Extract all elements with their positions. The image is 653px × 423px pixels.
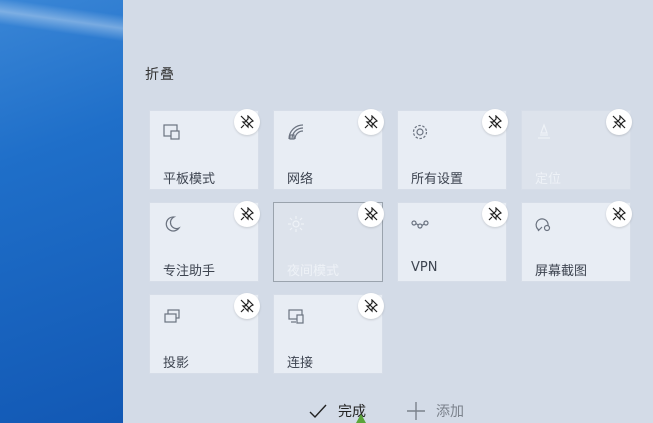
desktop-background bbox=[0, 0, 161, 423]
green-pointer-icon bbox=[356, 414, 366, 423]
collapse-title[interactable]: 折叠 bbox=[145, 64, 175, 84]
focus-assist-moon-icon bbox=[163, 215, 181, 233]
tile-label: 网络 bbox=[287, 172, 314, 187]
unpin-icon[interactable] bbox=[358, 293, 384, 319]
tile-vpn[interactable]: VPN bbox=[397, 201, 508, 282]
unpin-icon[interactable] bbox=[234, 109, 260, 135]
unpin-icon[interactable] bbox=[358, 109, 384, 135]
tile-label: 所有设置 bbox=[411, 172, 464, 187]
tile-label: 投影 bbox=[163, 356, 190, 371]
tile-screen-snip[interactable]: 屏幕截图 bbox=[521, 201, 632, 282]
location-icon bbox=[535, 123, 553, 141]
edit-actions-bar: 完成 添加 bbox=[123, 400, 653, 423]
unpin-icon[interactable] bbox=[606, 109, 632, 135]
vpn-icon bbox=[411, 215, 429, 233]
tile-label: 屏幕截图 bbox=[535, 264, 588, 279]
unpin-icon[interactable] bbox=[482, 201, 508, 227]
tile-all-settings[interactable]: 所有设置 bbox=[397, 109, 508, 190]
tile-location[interactable]: 定位 bbox=[521, 109, 632, 190]
action-center-panel: 折叠 平板模式 网络 所有设置 定位 专注助手 夜间模式 VPN 屏幕截图 投影… bbox=[123, 0, 653, 423]
tile-label: 专注助手 bbox=[163, 264, 216, 279]
tile-focus-assist[interactable]: 专注助手 bbox=[149, 201, 260, 282]
tile-night-light[interactable]: 夜间模式 bbox=[273, 201, 384, 282]
tablet-mode-icon bbox=[163, 123, 181, 141]
plus-icon bbox=[407, 402, 425, 420]
add-button[interactable]: 添加 bbox=[406, 400, 464, 422]
screen-snip-icon bbox=[535, 215, 553, 233]
unpin-icon[interactable] bbox=[482, 109, 508, 135]
tile-connect[interactable]: 连接 bbox=[273, 293, 384, 374]
night-light-icon bbox=[287, 215, 305, 233]
tile-project[interactable]: 投影 bbox=[149, 293, 260, 374]
tile-label: VPN bbox=[411, 260, 438, 275]
tile-label: 连接 bbox=[287, 356, 314, 371]
tile-label: 夜间模式 bbox=[287, 264, 340, 279]
settings-gear-icon bbox=[411, 123, 429, 141]
project-icon bbox=[163, 307, 181, 325]
tile-label: 定位 bbox=[535, 172, 562, 187]
add-label: 添加 bbox=[436, 404, 464, 420]
checkmark-icon bbox=[309, 404, 327, 419]
unpin-icon[interactable] bbox=[234, 201, 260, 227]
tile-tablet-mode[interactable]: 平板模式 bbox=[149, 109, 260, 190]
unpin-icon[interactable] bbox=[358, 201, 384, 227]
network-icon bbox=[287, 123, 305, 141]
unpin-icon[interactable] bbox=[606, 201, 632, 227]
tile-label: 平板模式 bbox=[163, 172, 216, 187]
tile-network[interactable]: 网络 bbox=[273, 109, 384, 190]
connect-icon bbox=[287, 307, 305, 325]
unpin-icon[interactable] bbox=[234, 293, 260, 319]
